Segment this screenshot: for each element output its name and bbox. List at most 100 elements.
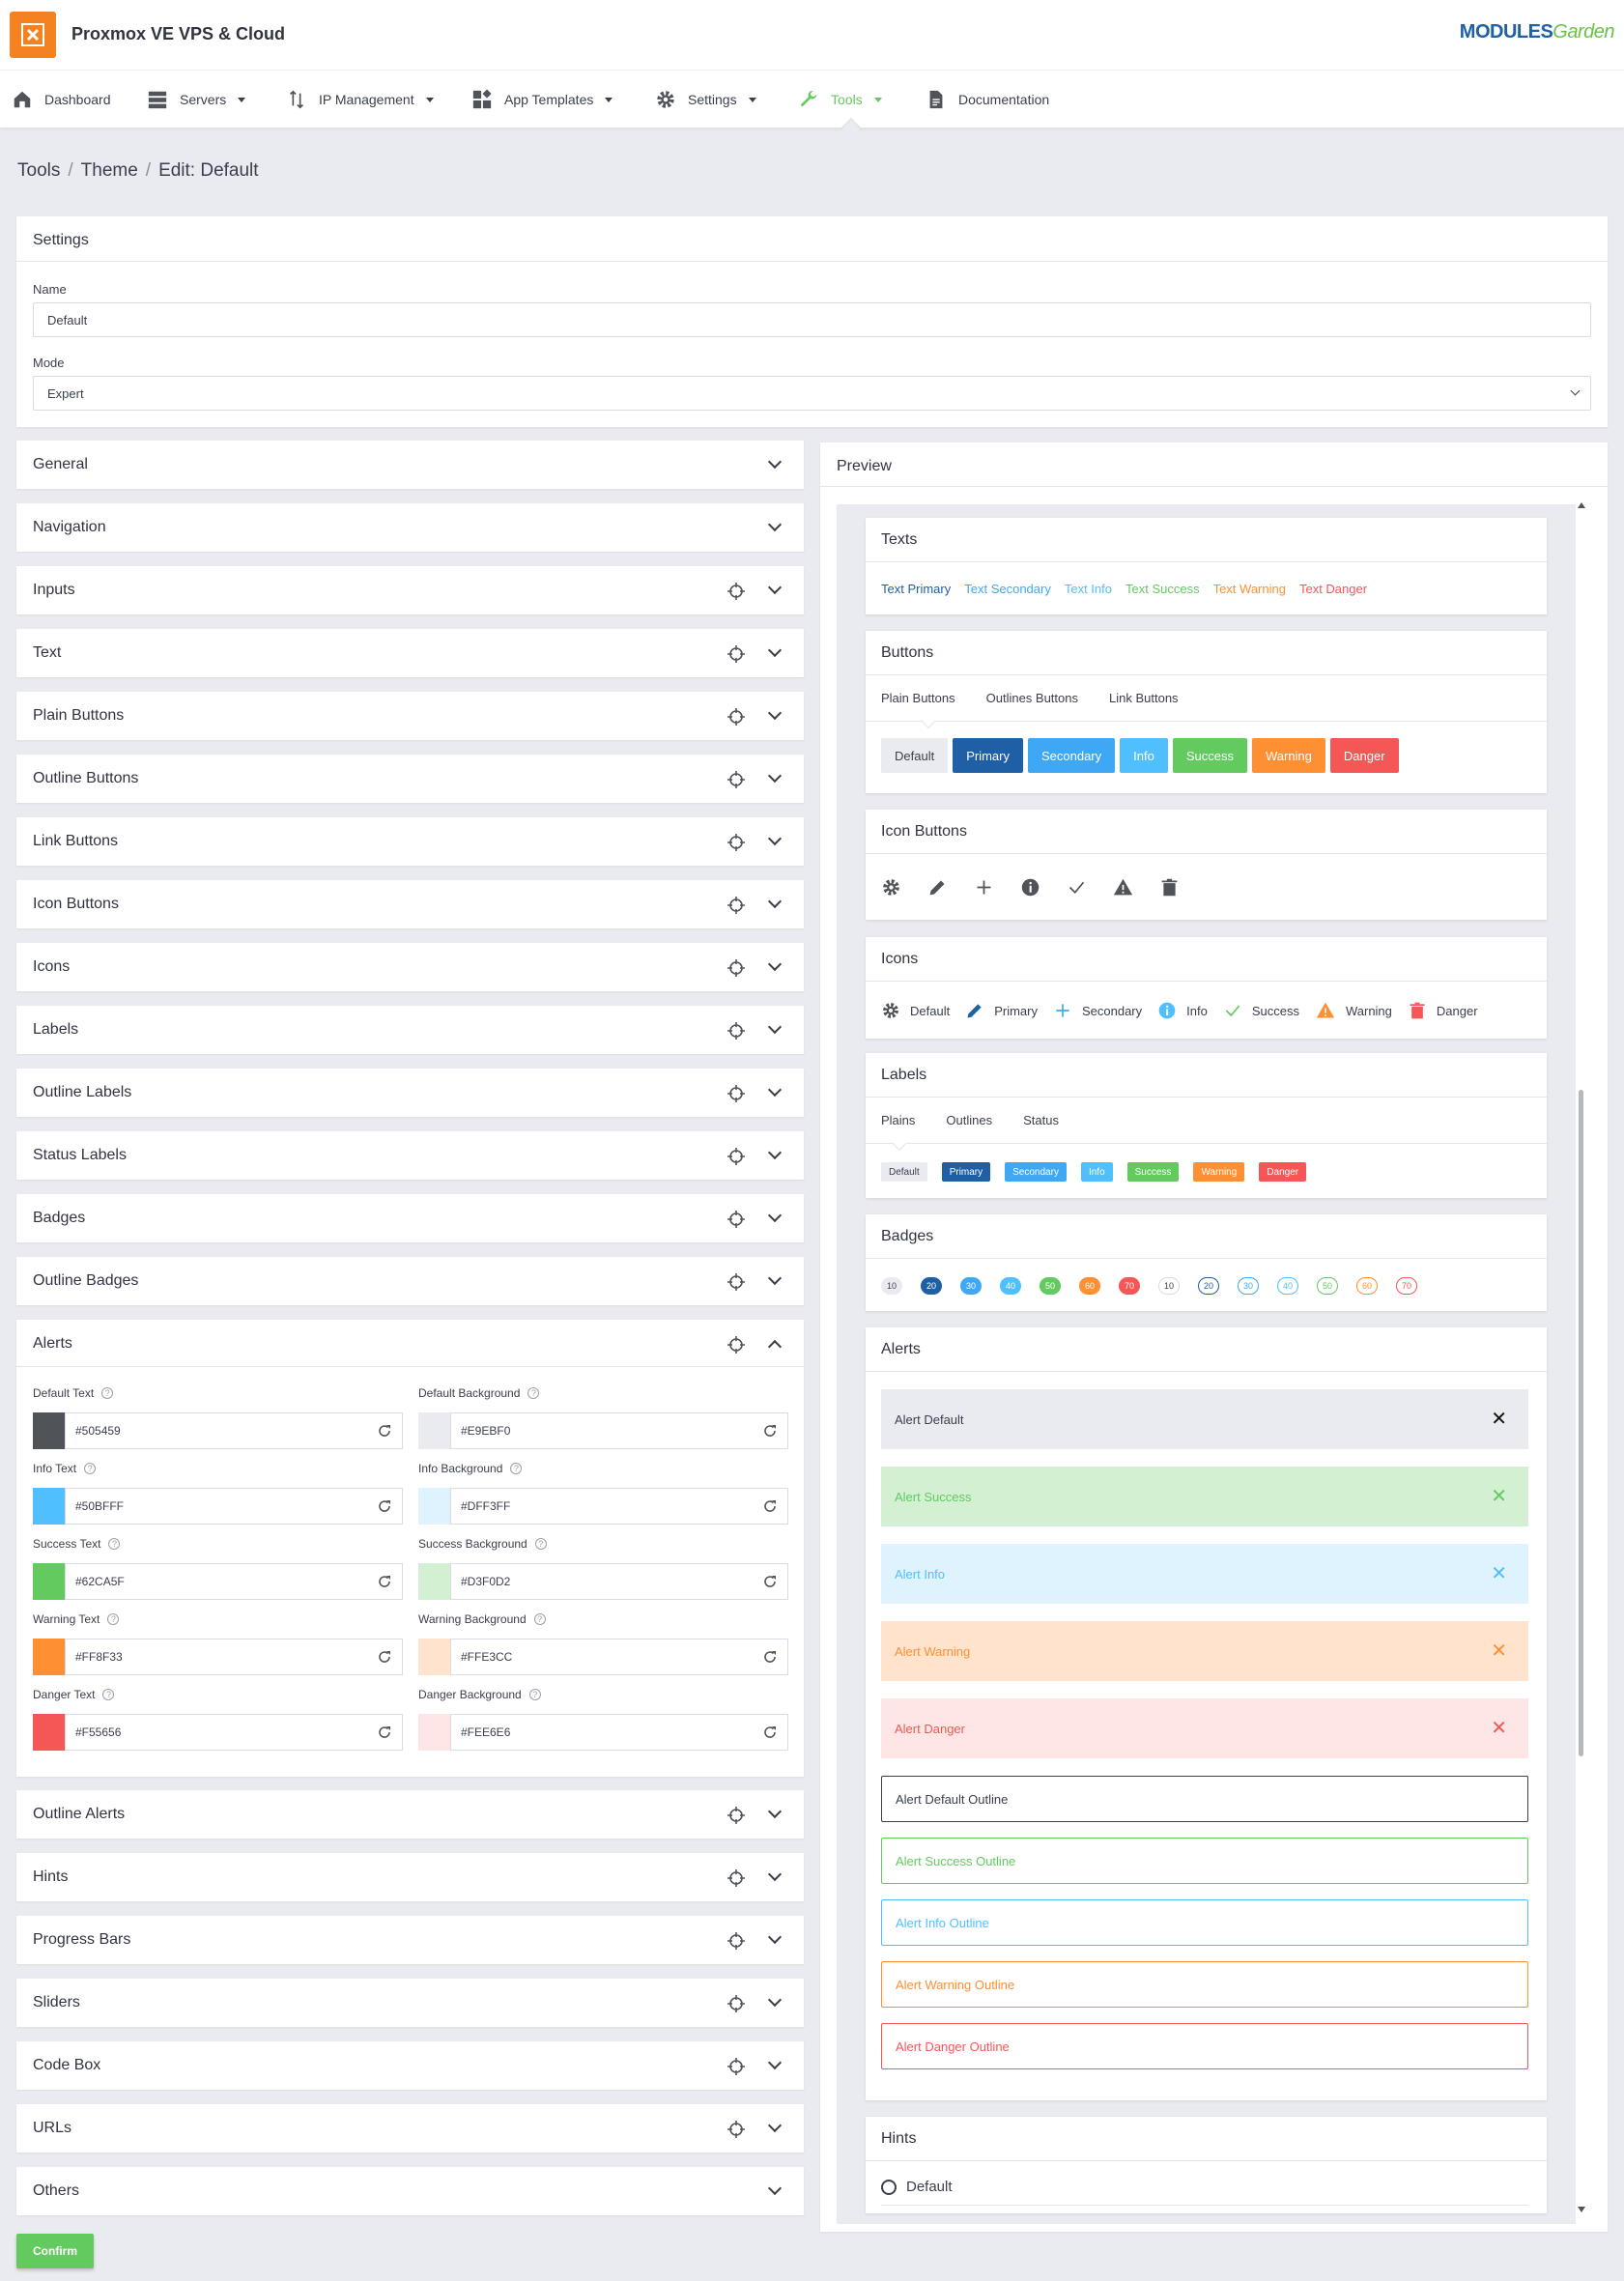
- tab-outline-buttons[interactable]: Outlines Buttons: [986, 691, 1078, 705]
- crosshair-icon[interactable]: [727, 1021, 746, 1041]
- tab-status[interactable]: Status: [1023, 1113, 1059, 1127]
- mode-select[interactable]: Expert: [33, 376, 1591, 411]
- help-icon[interactable]: ?: [101, 1387, 114, 1399]
- gear-icon[interactable]: [881, 877, 901, 898]
- plus-icon[interactable]: [974, 877, 994, 898]
- crosshair-icon[interactable]: [727, 1084, 746, 1103]
- section-status-labels[interactable]: Status Labels: [16, 1131, 804, 1180]
- app-logo[interactable]: [10, 12, 56, 58]
- color-swatch[interactable]: [33, 1488, 65, 1525]
- chevron-down-icon[interactable]: [767, 2118, 783, 2133]
- chevron-down-icon[interactable]: [767, 580, 783, 595]
- preview-button-success[interactable]: Success: [1172, 738, 1247, 773]
- crosshair-icon[interactable]: [727, 644, 746, 664]
- tab-outlines[interactable]: Outlines: [946, 1113, 992, 1127]
- color-input[interactable]: #FF8F33: [33, 1639, 403, 1675]
- reset-icon[interactable]: [367, 1564, 402, 1599]
- preview-button-primary[interactable]: Primary: [953, 738, 1023, 773]
- nav-documentation[interactable]: Documentation: [926, 71, 1049, 128]
- chevron-down-icon[interactable]: [767, 1867, 783, 1882]
- chevron-down-icon[interactable]: [767, 1992, 783, 2008]
- chevron-down-icon[interactable]: [767, 642, 783, 658]
- crosshair-icon[interactable]: [727, 1868, 746, 1888]
- crosshair-icon[interactable]: [727, 1147, 746, 1166]
- preview-button-danger[interactable]: Danger: [1329, 738, 1399, 773]
- crosshair-icon[interactable]: [727, 833, 746, 852]
- crosshair-icon[interactable]: [727, 1210, 746, 1229]
- section-outline-badges[interactable]: Outline Badges: [16, 1257, 804, 1305]
- chevron-down-icon[interactable]: [767, 1208, 783, 1223]
- info-icon[interactable]: [1020, 877, 1040, 898]
- crosshair-icon[interactable]: [727, 582, 746, 601]
- check-icon[interactable]: [1067, 877, 1087, 898]
- crosshair-icon[interactable]: [727, 707, 746, 727]
- preview-button-warning[interactable]: Warning: [1251, 738, 1325, 773]
- section-outline-labels[interactable]: Outline Labels: [16, 1069, 804, 1117]
- chevron-down-icon[interactable]: [767, 1804, 783, 1819]
- nav-servers[interactable]: Servers: [147, 71, 246, 128]
- color-swatch[interactable]: [418, 1714, 450, 1751]
- color-swatch[interactable]: [33, 1714, 65, 1751]
- color-swatch[interactable]: [418, 1488, 450, 1525]
- breadcrumb-tools[interactable]: Tools: [17, 160, 60, 182]
- reset-icon[interactable]: [753, 1639, 787, 1674]
- section-sliders[interactable]: Sliders: [16, 1979, 804, 2027]
- color-input[interactable]: #D3F0D2: [418, 1563, 788, 1600]
- help-icon[interactable]: ?: [84, 1463, 97, 1474]
- section-alerts[interactable]: Alerts: [16, 1320, 804, 1368]
- reset-icon[interactable]: [367, 1489, 402, 1524]
- help-icon[interactable]: ?: [533, 1613, 546, 1625]
- chevron-down-icon[interactable]: [767, 705, 783, 721]
- preview-button-default[interactable]: Default: [881, 738, 949, 773]
- crosshair-icon[interactable]: [727, 1272, 746, 1292]
- confirm-button[interactable]: Confirm: [16, 2234, 94, 2268]
- section-urls[interactable]: URLs: [16, 2104, 804, 2153]
- preview-button-info[interactable]: Info: [1120, 738, 1168, 773]
- crosshair-icon[interactable]: [727, 2057, 746, 2076]
- section-link-buttons[interactable]: Link Buttons: [16, 817, 804, 866]
- section-others[interactable]: Others: [16, 2167, 804, 2215]
- chevron-down-icon[interactable]: [767, 1082, 783, 1098]
- close-icon[interactable]: ✕: [1491, 1719, 1507, 1738]
- breadcrumb-theme[interactable]: Theme: [81, 160, 138, 182]
- nav-dashboard[interactable]: Dashboard: [12, 71, 111, 128]
- crosshair-icon[interactable]: [727, 958, 746, 978]
- reset-icon[interactable]: [753, 1413, 787, 1448]
- chevron-down-icon[interactable]: [767, 454, 783, 470]
- color-swatch[interactable]: [418, 1412, 450, 1449]
- color-input[interactable]: #F55656: [33, 1714, 403, 1751]
- crosshair-icon[interactable]: [727, 1806, 746, 1825]
- chevron-down-icon[interactable]: [767, 956, 783, 972]
- warning-icon[interactable]: [1113, 877, 1133, 898]
- color-input[interactable]: #50BFFF: [33, 1488, 403, 1525]
- nav-settings[interactable]: Settings: [655, 71, 756, 128]
- chevron-down-icon[interactable]: [767, 2181, 783, 2196]
- chevron-down-icon[interactable]: [767, 1145, 783, 1160]
- section-code-box[interactable]: Code Box: [16, 2041, 804, 2090]
- preview-button-secondary[interactable]: Secondary: [1027, 738, 1116, 773]
- chevron-down-icon[interactable]: [767, 831, 783, 846]
- chevron-down-icon[interactable]: [767, 1929, 783, 1945]
- close-icon[interactable]: ✕: [1491, 1410, 1507, 1429]
- nav-ip-management[interactable]: IP Management: [286, 71, 434, 128]
- section-labels[interactable]: Labels: [16, 1006, 804, 1054]
- help-icon[interactable]: ?: [527, 1387, 540, 1399]
- section-hints[interactable]: Hints: [16, 1853, 804, 1901]
- section-icons[interactable]: Icons: [16, 943, 804, 991]
- section-progress-bars[interactable]: Progress Bars: [16, 1916, 804, 1964]
- help-icon[interactable]: ?: [534, 1538, 547, 1550]
- color-input[interactable]: #62CA5F: [33, 1563, 403, 1600]
- section-outline-alerts[interactable]: Outline Alerts: [16, 1790, 804, 1839]
- color-input[interactable]: #DFF3FF: [418, 1488, 788, 1525]
- reset-icon[interactable]: [753, 1489, 787, 1524]
- color-input[interactable]: #505459: [33, 1412, 403, 1449]
- chevron-down-icon[interactable]: [767, 1019, 783, 1035]
- section-text[interactable]: Text: [16, 629, 804, 677]
- section-general[interactable]: General: [16, 441, 804, 489]
- trash-icon[interactable]: [1159, 877, 1180, 898]
- tab-link-buttons[interactable]: Link Buttons: [1109, 691, 1179, 705]
- chevron-up-icon[interactable]: [767, 1339, 783, 1354]
- chevron-down-icon[interactable]: [767, 1270, 783, 1286]
- crosshair-icon[interactable]: [727, 1994, 746, 2013]
- chevron-down-icon[interactable]: [767, 2055, 783, 2070]
